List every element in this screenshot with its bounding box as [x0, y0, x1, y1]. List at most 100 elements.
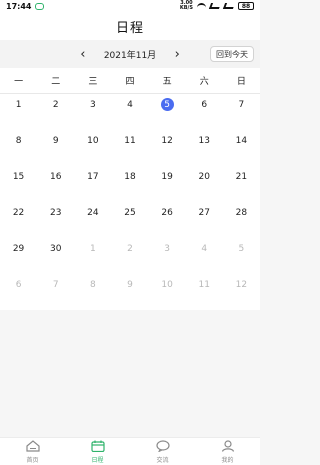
calendar-day[interactable]: 10: [74, 130, 111, 166]
calendar-day-adjacent[interactable]: 5: [223, 238, 260, 274]
calendar-day[interactable]: 21: [223, 166, 260, 202]
calendar-icon: [90, 440, 105, 455]
day-number: 13: [198, 135, 210, 146]
calendar-day[interactable]: 15: [0, 166, 37, 202]
app-notification-icon: [35, 2, 45, 10]
calendar-day[interactable]: 28: [223, 202, 260, 238]
calendar-week-row: 6 7 8 9 10 11 12: [0, 274, 260, 310]
wifi-icon: [197, 3, 206, 9]
calendar-day[interactable]: 30: [37, 238, 74, 274]
calendar-day[interactable]: 17: [74, 166, 111, 202]
day-number: 11: [198, 279, 210, 290]
day-number: 10: [87, 135, 99, 146]
calendar-day[interactable]: 20: [186, 166, 223, 202]
calendar-day[interactable]: 22: [0, 202, 37, 238]
day-number: 10: [161, 279, 173, 290]
calendar-day[interactable]: 27: [186, 202, 223, 238]
calendar-day[interactable]: 9: [37, 130, 74, 166]
calendar-day-adjacent[interactable]: 3: [149, 238, 186, 274]
calendar-week-row: 29 30 1 2 3 4 5: [0, 238, 260, 274]
tab-chat[interactable]: 交流: [130, 438, 195, 465]
calendar-day[interactable]: 29: [0, 238, 37, 274]
day-number: 2: [52, 99, 59, 110]
calendar-day[interactable]: 16: [37, 166, 74, 202]
status-time: 17:44: [6, 1, 32, 11]
calendar-day-today[interactable]: 5: [149, 94, 186, 130]
next-month-button[interactable]: ›: [168, 45, 186, 63]
month-label: 2021年11月: [103, 50, 157, 61]
calendar-day[interactable]: 4: [111, 94, 148, 130]
calendar-day-adjacent[interactable]: 4: [186, 238, 223, 274]
day-number: 22: [12, 207, 25, 218]
day-number: 24: [87, 207, 99, 218]
calendar-day[interactable]: 14: [223, 130, 260, 166]
calendar-day[interactable]: 12: [149, 130, 186, 166]
day-number: 17: [87, 171, 99, 182]
calendar-day-adjacent[interactable]: 11: [186, 274, 223, 310]
calendar-day[interactable]: 1: [0, 94, 37, 130]
day-number: 5: [238, 243, 245, 254]
day-number: 3: [164, 243, 170, 254]
calendar-day-adjacent[interactable]: 8: [74, 274, 111, 310]
calendar-day[interactable]: 2: [37, 94, 74, 130]
tab-profile[interactable]: 我的: [195, 438, 260, 465]
prev-month-button[interactable]: ‹: [74, 45, 92, 63]
calendar-day[interactable]: 25: [111, 202, 148, 238]
calendar-day[interactable]: 6: [186, 94, 223, 130]
day-number: 29: [12, 243, 25, 254]
home-icon: [25, 439, 40, 455]
day-number: 14: [235, 135, 248, 146]
weekday-label: 一: [14, 77, 24, 87]
day-number: 26: [161, 207, 173, 218]
day-number: 28: [235, 207, 248, 218]
calendar-day[interactable]: 11: [111, 130, 148, 166]
day-number: 6: [201, 99, 208, 110]
calendar-day-adjacent[interactable]: 1: [74, 238, 111, 274]
calendar-day[interactable]: 24: [74, 202, 111, 238]
day-number: 1: [15, 99, 22, 110]
calendar-week-row: 1 2 3 4 5 6 7: [0, 94, 260, 130]
signal-icon-2: [222, 3, 236, 9]
tab-calendar[interactable]: 日程: [65, 438, 130, 465]
day-number: 9: [52, 135, 59, 146]
battery-level: 88: [241, 2, 251, 10]
calendar-day-adjacent[interactable]: 7: [37, 274, 74, 310]
calendar-day[interactable]: 19: [149, 166, 186, 202]
day-number: 4: [201, 243, 208, 254]
calendar-day[interactable]: 7: [223, 94, 260, 130]
calendar-day[interactable]: 26: [149, 202, 186, 238]
day-number: 8: [15, 135, 22, 146]
day-number: 5: [160, 98, 174, 111]
tab-home[interactable]: 首页: [0, 438, 65, 465]
network-speed: 3.00 KB/S: [180, 1, 193, 11]
month-navigation: ‹ 2021年11月 › 回到今天: [0, 40, 260, 68]
calendar-day[interactable]: 18: [111, 166, 148, 202]
calendar-day[interactable]: 13: [186, 130, 223, 166]
day-number: 4: [127, 99, 133, 110]
calendar-day-adjacent[interactable]: 2: [111, 238, 148, 274]
calendar-day[interactable]: 8: [0, 130, 37, 166]
calendar-day-adjacent[interactable]: 9: [111, 274, 148, 310]
tab-label: 我的: [221, 456, 234, 464]
weekday-label: 四: [125, 77, 135, 87]
day-number: 25: [124, 207, 136, 218]
bottom-tab-bar: 首页 日程 交流 我的: [0, 437, 260, 465]
calendar-day[interactable]: 3: [74, 94, 111, 130]
day-number: 7: [52, 279, 59, 290]
day-number: 1: [89, 243, 96, 254]
calendar-week-row: 22 23 24 25 26 27 28: [0, 202, 260, 238]
calendar-day-adjacent[interactable]: 12: [223, 274, 260, 310]
calendar-day-adjacent[interactable]: 10: [149, 274, 186, 310]
day-number: 12: [235, 279, 248, 290]
calendar-week-row: 15 16 17 18 19 20 21: [0, 166, 260, 202]
signal-icon: [208, 3, 222, 9]
weekday-label: 六: [199, 77, 209, 87]
day-number: 23: [49, 207, 62, 218]
calendar-day-adjacent[interactable]: 6: [0, 274, 37, 310]
chat-icon: [155, 439, 170, 455]
day-number: 21: [235, 171, 248, 182]
day-number: 20: [198, 171, 210, 182]
calendar-day[interactable]: 23: [37, 202, 74, 238]
back-to-today-button[interactable]: 回到今天: [210, 46, 254, 62]
weekday-label: 日: [236, 77, 246, 87]
